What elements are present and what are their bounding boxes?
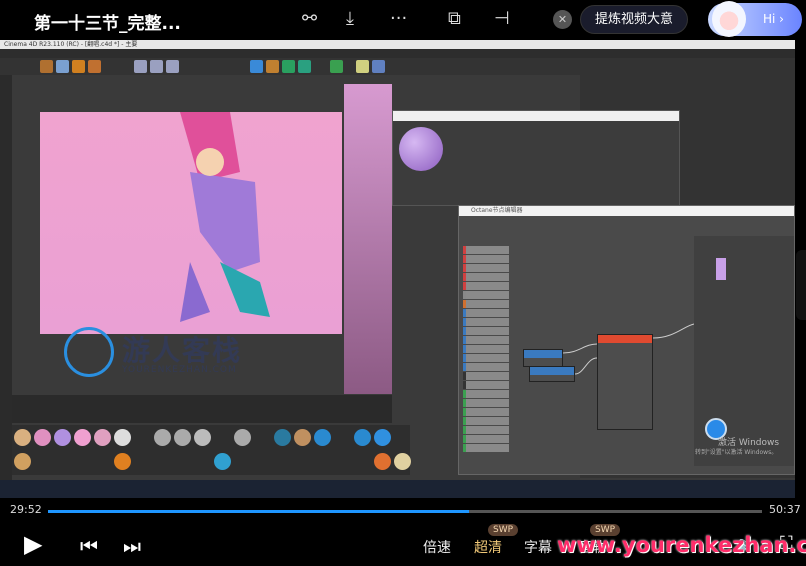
- side-panel-handle[interactable]: [796, 250, 806, 320]
- download-icon[interactable]: ⤓: [346, 8, 354, 29]
- subtitle-button[interactable]: 字幕: [524, 537, 552, 557]
- progress-fill: [48, 510, 470, 513]
- sidebar-icon[interactable]: ⊣: [494, 8, 510, 29]
- previous-button[interactable]: ⏮: [80, 534, 98, 558]
- more-icon[interactable]: ···: [390, 8, 407, 29]
- quality-button[interactable]: 超清: [474, 537, 502, 557]
- total-time: 50:37: [769, 503, 801, 516]
- speed-button[interactable]: 倍速: [423, 537, 451, 557]
- logo-icon: [64, 327, 114, 377]
- secondary-viewport: [344, 84, 392, 394]
- menu-bar: [0, 49, 795, 58]
- video-frame[interactable]: Cinema 4D R23.110 (RC) - [翻唱.c4d *] - 主要…: [0, 40, 795, 498]
- summary-button[interactable]: 提炼视频大意: [580, 5, 688, 34]
- render-viewport[interactable]: 游人客栈 YOURENKEZHAN.COM: [40, 112, 342, 377]
- close-icon[interactable]: ✕: [553, 10, 572, 29]
- share-icon[interactable]: ⚯: [302, 8, 317, 29]
- video-title: 第一十三节_完整...: [34, 14, 181, 34]
- assistant-avatar: [712, 1, 746, 37]
- swp-badge: SWP: [488, 524, 519, 536]
- timeline[interactable]: [12, 395, 392, 423]
- app-title: Cinema 4D R23.110 (RC) - [翻唱.c4d *] - 主要: [0, 40, 795, 49]
- watermark-name: 游人客栈: [122, 334, 243, 367]
- activate-windows-sub: 转到"设置"以激活 Windows。: [695, 449, 778, 456]
- site-watermark: www.yourenkezhan.com: [557, 533, 806, 557]
- current-time: 29:52: [10, 503, 42, 516]
- toolbar: [0, 58, 580, 75]
- material-preview: [399, 127, 443, 171]
- play-button[interactable]: ▶: [24, 530, 42, 558]
- material-editor-dialog[interactable]: [392, 110, 680, 206]
- watermark-url: YOURENKEZHAN.COM: [122, 365, 237, 375]
- character-render: [180, 112, 270, 322]
- progress-bar[interactable]: [48, 510, 762, 513]
- material-manager: [12, 425, 411, 475]
- left-tool-palette: [0, 75, 12, 480]
- windows-taskbar: [0, 480, 795, 498]
- picture-in-picture-icon[interactable]: ⧉: [448, 8, 461, 29]
- next-button[interactable]: ⏭: [123, 534, 141, 558]
